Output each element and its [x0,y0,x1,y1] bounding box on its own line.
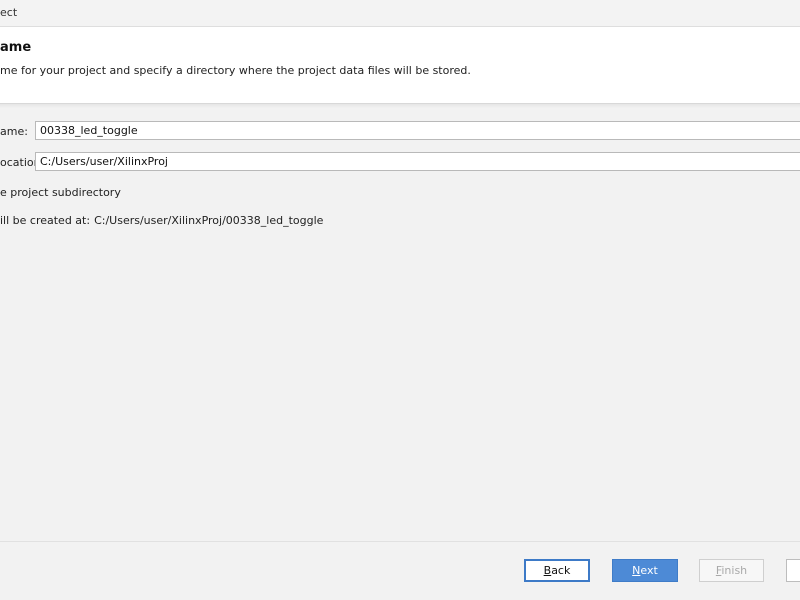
page-title: ame [0,40,32,55]
project-created-at-info: ill be created at: C:/Users/user/XilinxPr… [0,214,323,227]
next-button[interactable]: Next [612,559,678,582]
window-title: ect [0,6,18,19]
cancel-button[interactable] [786,559,800,582]
project-name-label: ame: [0,125,28,138]
wizard-header: ame me for your project and specify a di… [0,27,800,104]
project-location-input[interactable]: C:/Users/user/XilinxProj [35,152,800,171]
header-divider [0,104,800,108]
back-button-label: Back [543,564,571,577]
new-project-wizard-window: ect ame me for your project and specify … [0,0,800,600]
created-at-path: C:/Users/user/XilinxProj/00338_led_toggl… [94,214,324,227]
created-at-label: ill be created at: [0,214,91,227]
project-name-input[interactable]: 00338_led_toggle [35,121,800,140]
create-subdirectory-checkbox[interactable]: e project subdirectory [0,186,121,199]
back-button[interactable]: Back [524,559,590,582]
page-description: me for your project and specify a direct… [0,64,471,77]
footer-divider [0,541,800,542]
create-subdirectory-label: e project subdirectory [0,186,121,199]
title-bar: ect [0,0,800,27]
finish-button-label: Finish [715,564,748,577]
next-button-label: Next [632,564,658,577]
finish-button[interactable]: Finish [699,559,764,582]
